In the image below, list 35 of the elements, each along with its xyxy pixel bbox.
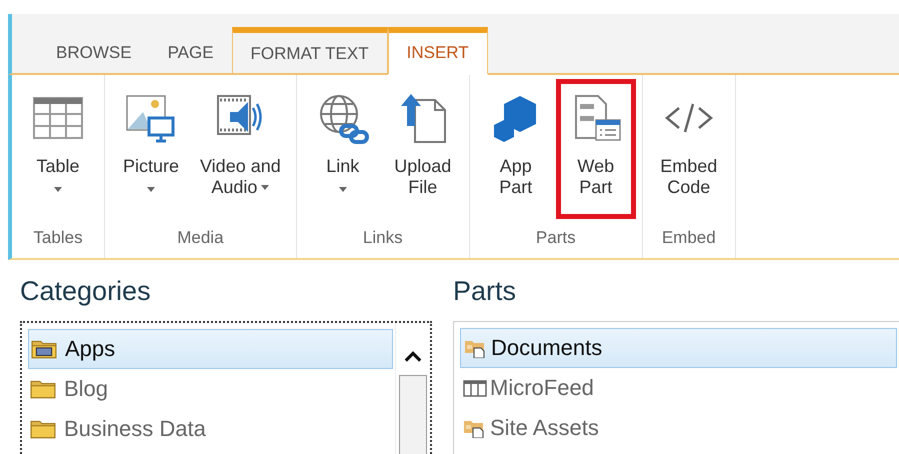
category-item[interactable]: Business Data [28,409,393,449]
part-item[interactable]: MicroFeed [460,368,897,408]
ribbon-button[interactable]: Link [302,79,383,219]
part-item[interactable]: Site Assets [460,408,897,448]
part-item[interactable]: Documents [460,328,897,368]
category-item[interactable]: Blog [28,369,393,409]
caret-icon [261,185,270,190]
caret-icon [147,187,155,192]
ribbon-tab[interactable]: PAGE [150,31,232,75]
caret-icon [54,187,62,192]
folder-icon [30,419,56,439]
app-folder-icon [31,339,57,359]
ribbon-button[interactable]: Embed Code [648,79,729,219]
ribbon-button[interactable]: Picture [111,79,191,219]
scrollbar[interactable] [395,323,430,454]
ribbon-button[interactable]: Video and Audio [191,79,290,219]
ribbon-button[interactable]: Web Part [556,79,636,219]
group-label: Links [362,227,403,249]
group-label: Tables [33,227,83,249]
caret-icon [338,187,347,192]
ribbon-tab[interactable]: INSERT [388,27,488,75]
group-label: Parts [536,227,576,249]
group-label: Media [177,227,224,249]
pane-heading: Categories [20,276,152,307]
scroll-thumb[interactable] [399,375,427,454]
group-label: Embed [662,227,716,249]
category-item[interactable]: Apps [28,329,393,369]
ribbon-button[interactable]: App Part [476,79,556,219]
scroll-up-icon[interactable] [404,351,422,363]
list-icon [462,378,488,398]
ribbon-button[interactable]: Upload File [382,79,463,219]
folder-icon [30,379,56,399]
ribbon-tab[interactable]: BROWSE [38,31,150,75]
pane-heading: Parts [453,276,518,307]
ribbon-button[interactable]: Table [18,79,98,219]
